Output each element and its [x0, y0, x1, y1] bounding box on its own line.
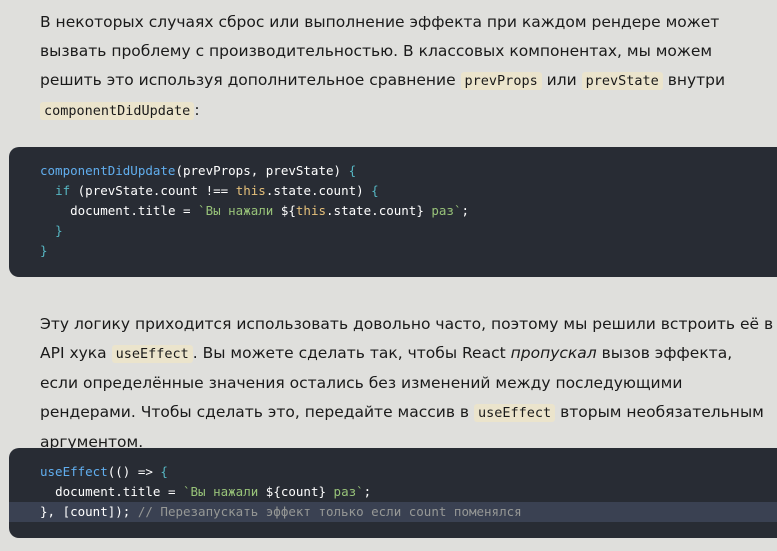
inline-code-componentdidupdate: componentDidUpdate: [40, 102, 195, 120]
code-token-function: useEffect: [40, 464, 108, 479]
code-line: document.title = `Вы нажали ${count} раз…: [9, 482, 777, 502]
code-token-string: раз`: [423, 203, 462, 218]
code-token-this: this: [235, 183, 266, 198]
explanation-paragraph: Эту логику приходится использовать довол…: [40, 310, 775, 457]
code-token-string: `Вы нажали: [198, 203, 281, 218]
code-token-function: componentDidUpdate: [40, 163, 176, 178]
code-token-brace: {: [348, 163, 357, 178]
code-token: (() =>: [107, 464, 161, 479]
code-block-hook-example: useEffect(() => { document.title = `Вы н…: [9, 448, 777, 538]
code-line: componentDidUpdate(prevProps, prevState)…: [9, 161, 777, 181]
inline-code-prevprops: prevProps: [460, 72, 542, 90]
code-token-comment: // Перезапускать эффект только если coun…: [130, 504, 522, 519]
code-token-template: .state.count: [326, 203, 417, 218]
code-token: ;: [461, 203, 470, 218]
code-token: document.title =: [70, 203, 199, 218]
emphasis-text: пропускал: [510, 344, 597, 362]
code-token: (prevProps, prevState): [175, 163, 349, 178]
code-token-template: count: [280, 484, 319, 499]
code-token-keyword: if: [55, 183, 71, 198]
inline-code-useeffect: useEffect: [474, 404, 556, 422]
text-segment: . Вы можете сделать так, чтобы React: [192, 344, 511, 362]
code-token-template: }: [318, 484, 327, 499]
text-segment: внутри: [662, 71, 726, 89]
code-line: useEffect(() => {: [9, 462, 777, 482]
code-token-brace: }: [40, 243, 48, 258]
code-token-template: ${: [280, 203, 296, 218]
code-block-class-example: componentDidUpdate(prevProps, prevState)…: [9, 147, 777, 277]
inline-code-prevstate: prevState: [581, 72, 663, 90]
code-line-highlighted: }, [count]); // Перезапускать эффект тол…: [9, 502, 777, 522]
code-token-string: раз`: [326, 484, 364, 499]
code-line: document.title = `Вы нажали ${this.state…: [9, 201, 777, 221]
code-token-brace: }: [55, 223, 63, 238]
intro-paragraph: В некоторых случаях сброс или выполнение…: [40, 8, 775, 126]
code-token: }, [count]);: [40, 504, 131, 519]
code-token-template: ${: [265, 484, 281, 499]
code-token-brace: {: [160, 464, 168, 479]
code-token-brace: {: [371, 183, 379, 198]
code-token: ;: [363, 484, 372, 499]
code-token: document.title =: [55, 484, 183, 499]
text-segment: :: [194, 101, 200, 119]
code-token: .state.count): [265, 183, 372, 198]
inline-code-useeffect: useEffect: [111, 345, 193, 363]
code-line: if (prevState.count !== this.state.count…: [9, 181, 777, 201]
code-token: (prevState.count !==: [70, 183, 236, 198]
code-token-template: }: [416, 203, 424, 218]
text-segment: или: [541, 71, 582, 89]
code-line: }: [9, 241, 777, 261]
code-token-this: this: [295, 203, 327, 218]
code-line: }: [9, 221, 777, 241]
code-token-string: `Вы нажали: [183, 484, 266, 499]
